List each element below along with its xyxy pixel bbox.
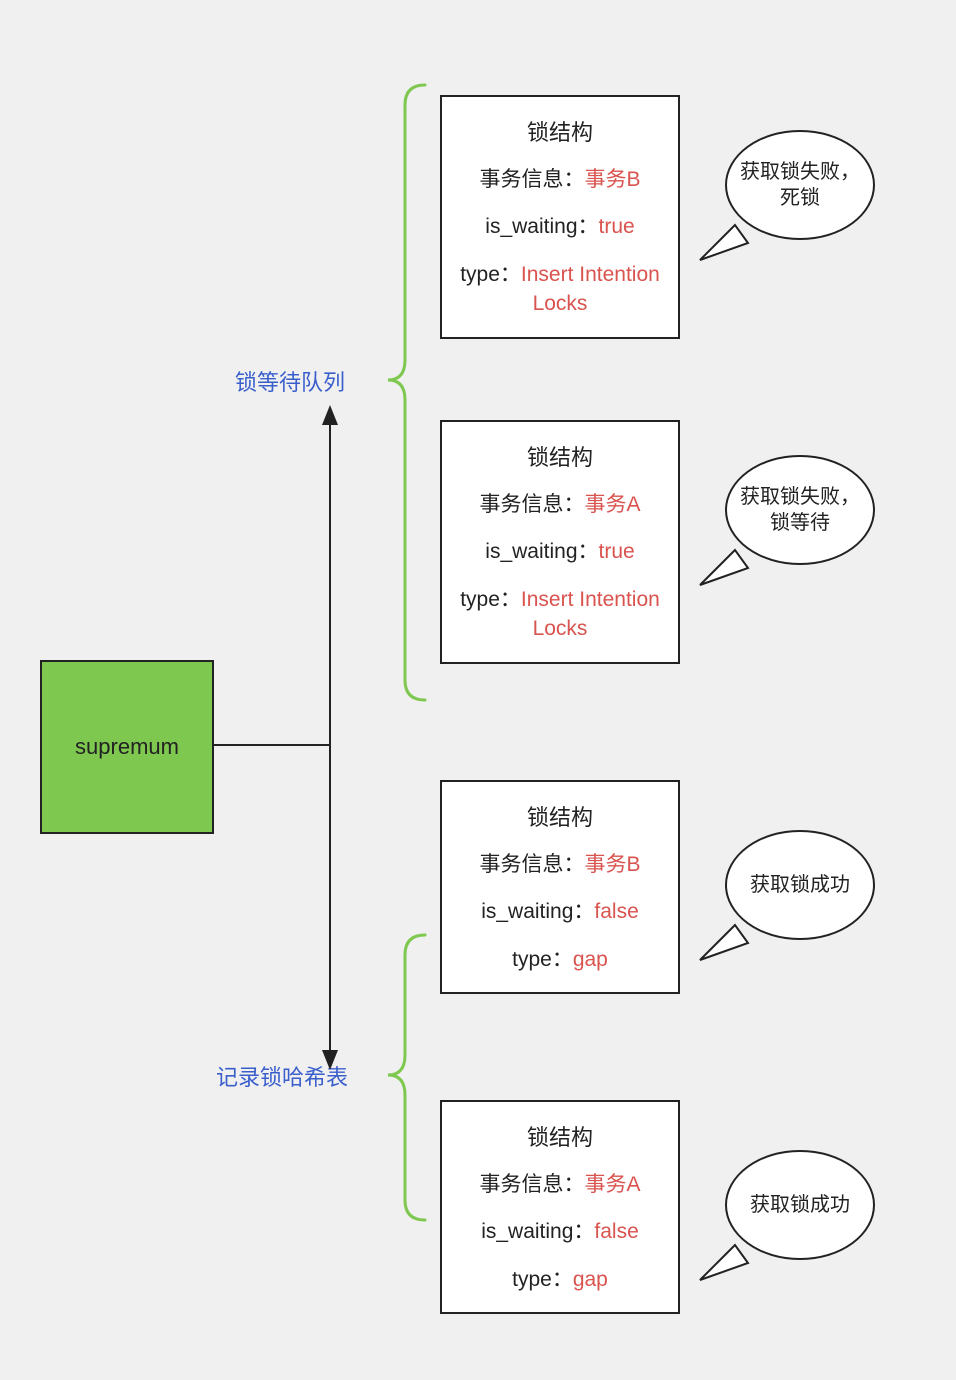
brace-waitqueue xyxy=(388,85,425,700)
bubble-text: 获取锁失败，锁等待 xyxy=(735,484,865,536)
tx-val: 事务B xyxy=(584,853,640,876)
lock-wait-row: is_waiting：false xyxy=(452,897,668,926)
lock-box-b1: 锁结构 事务信息：事务B is_waiting：true type：Insert… xyxy=(440,95,680,339)
tx-val: 事务A xyxy=(584,493,640,516)
type-label: type： xyxy=(512,948,573,971)
lock-title: 锁结构 xyxy=(452,440,668,472)
bubble-b3: 获取锁成功 xyxy=(725,830,875,940)
bubble-b4: 获取锁成功 xyxy=(725,1150,875,1260)
lock-type-row: type：gap xyxy=(452,1265,668,1294)
wait-val: true xyxy=(599,215,635,238)
wait-val: false xyxy=(594,1220,638,1243)
lock-wait-row: is_waiting：false xyxy=(452,1217,668,1246)
supremum-node: supremum xyxy=(40,660,214,834)
lock-tx-row: 事务信息：事务B xyxy=(452,850,668,879)
type-val: gap xyxy=(573,1268,608,1291)
lock-tx-row: 事务信息：事务A xyxy=(452,490,668,519)
type-label: type： xyxy=(512,1268,573,1291)
lock-wait-row: is_waiting：true xyxy=(452,537,668,566)
tx-label: 事务信息： xyxy=(479,1173,584,1196)
wait-val: true xyxy=(599,540,635,563)
wait-val: false xyxy=(594,900,638,923)
supremum-label: supremum xyxy=(75,734,179,760)
tx-val: 事务A xyxy=(584,1173,640,1196)
wait-label: is_waiting： xyxy=(485,215,598,238)
brace-hashtable xyxy=(388,935,425,1220)
diagram-canvas: supremum 锁结构 事务信息：事务B is_waiting：true ty… xyxy=(0,0,956,1380)
wait-label: is_waiting： xyxy=(485,540,598,563)
bubble-text: 获取锁成功 xyxy=(750,1192,850,1218)
lock-title: 锁结构 xyxy=(452,115,668,147)
lock-type-row: type：Insert Intention Locks xyxy=(452,585,668,644)
lock-tx-row: 事务信息：事务A xyxy=(452,1170,668,1199)
lock-box-b3: 锁结构 事务信息：事务B is_waiting：false type：gap xyxy=(440,780,680,994)
section-label-waitqueue: 锁等待队列 xyxy=(235,365,345,397)
bubble-tails xyxy=(700,225,748,1280)
bubble-b2: 获取锁失败，锁等待 xyxy=(725,455,875,565)
type-label: type： xyxy=(460,588,521,611)
wait-label: is_waiting： xyxy=(481,900,594,923)
lock-title: 锁结构 xyxy=(452,800,668,832)
bubble-b1: 获取锁失败，死锁 xyxy=(725,130,875,240)
tx-label: 事务信息： xyxy=(479,493,584,516)
lock-title: 锁结构 xyxy=(452,1120,668,1152)
lock-type-row: type：Insert Intention Locks xyxy=(452,260,668,319)
tx-label: 事务信息： xyxy=(479,853,584,876)
section-label-hashtable: 记录锁哈希表 xyxy=(216,1060,348,1092)
lock-tx-row: 事务信息：事务B xyxy=(452,165,668,194)
type-val: gap xyxy=(573,948,608,971)
bubble-text: 获取锁成功 xyxy=(750,872,850,898)
lock-box-b4: 锁结构 事务信息：事务A is_waiting：false type：gap xyxy=(440,1100,680,1314)
tx-val: 事务B xyxy=(584,168,640,191)
tx-label: 事务信息： xyxy=(479,168,584,191)
type-val: Insert Intention Locks xyxy=(521,588,660,640)
bubble-text: 获取锁失败，死锁 xyxy=(735,159,865,211)
lock-type-row: type：gap xyxy=(452,945,668,974)
lock-wait-row: is_waiting：true xyxy=(452,212,668,241)
lock-box-b2: 锁结构 事务信息：事务A is_waiting：true type：Insert… xyxy=(440,420,680,664)
wait-label: is_waiting： xyxy=(481,1220,594,1243)
type-label: type： xyxy=(460,263,521,286)
type-val: Insert Intention Locks xyxy=(521,263,660,315)
